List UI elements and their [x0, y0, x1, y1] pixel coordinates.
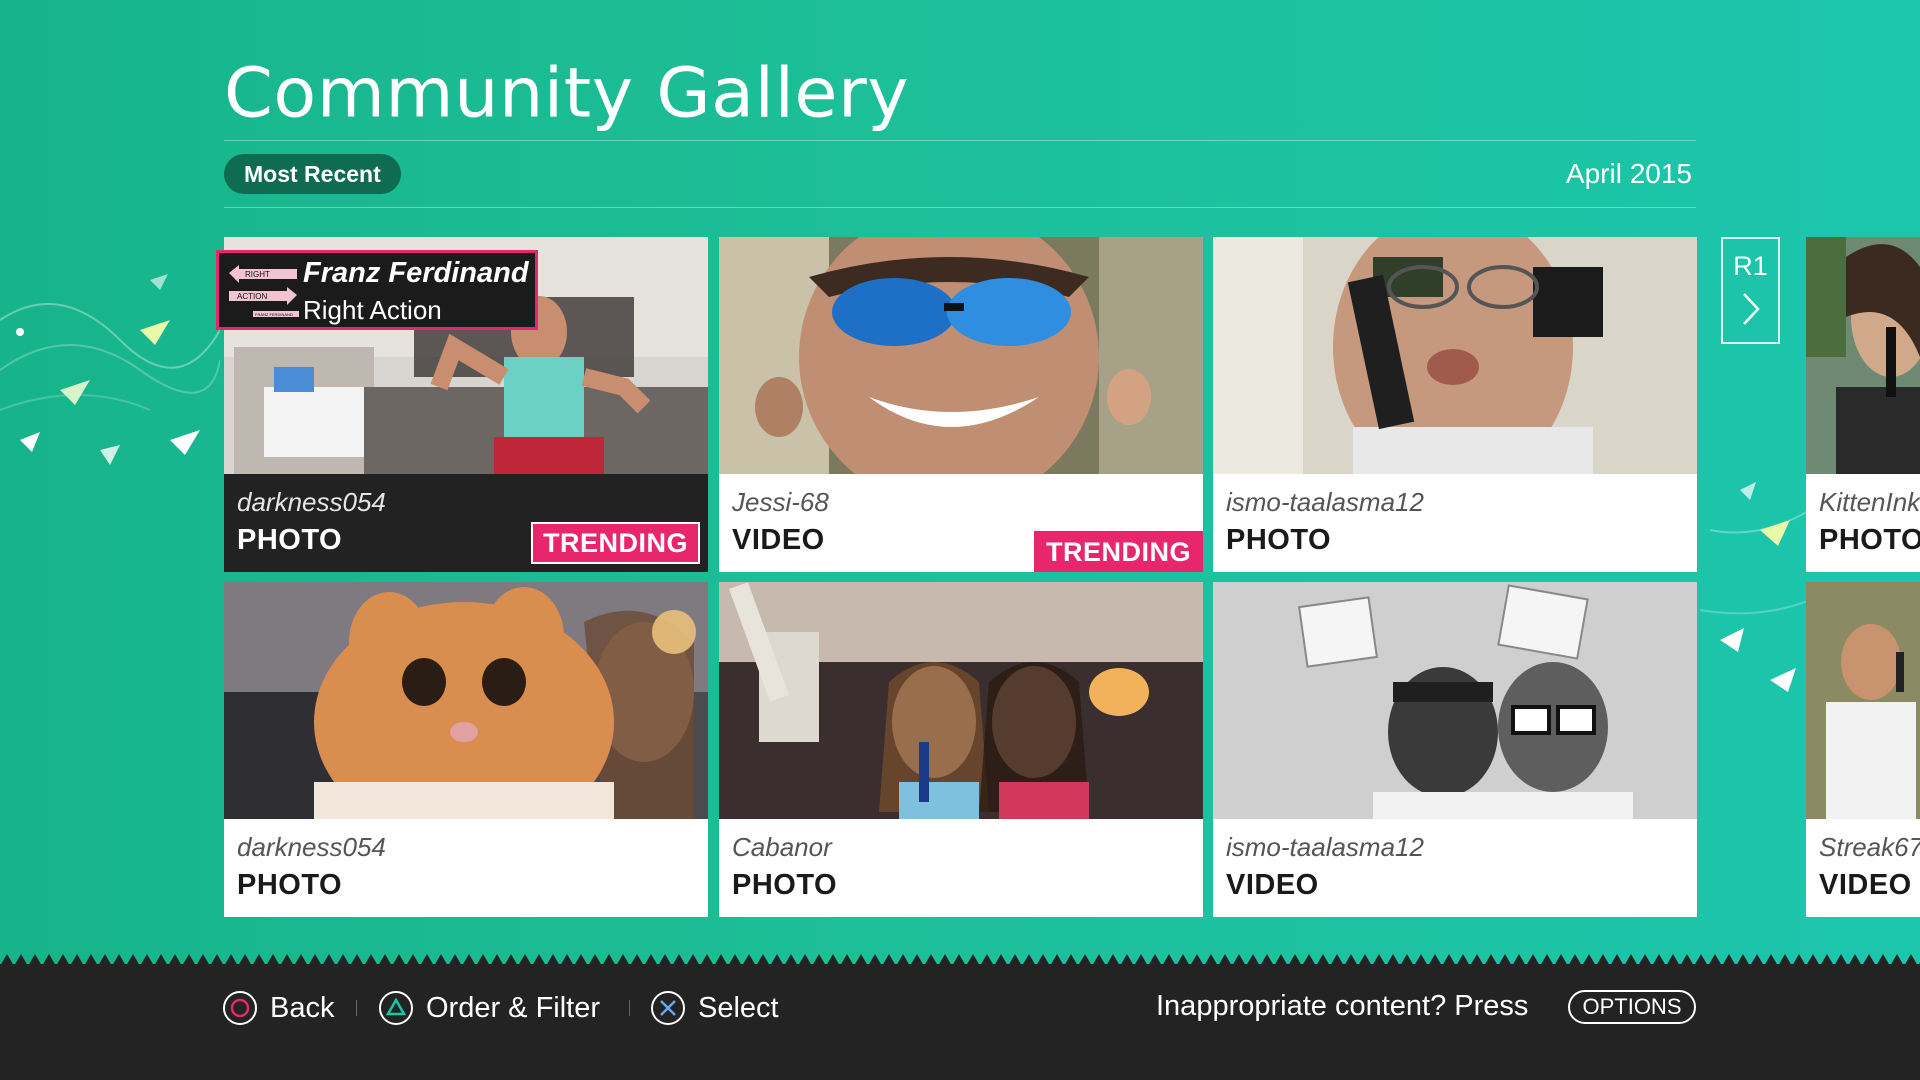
- thumbnail-image: [1213, 237, 1697, 474]
- decorative-swirl-right: [1700, 482, 1810, 692]
- track-title: Right Action: [303, 295, 442, 325]
- album-art-text: FRANZ FERDINAND: [255, 312, 293, 317]
- gallery-card[interactable]: TRENDING Jessi-68 VIDEO: [719, 237, 1203, 572]
- gallery-card[interactable]: ismo-taalasma12 VIDEO: [1213, 582, 1697, 917]
- r1-label: R1: [1733, 251, 1768, 281]
- decorative-swirl-left: [0, 274, 220, 465]
- card-username: Cabanor: [732, 832, 832, 862]
- album-art-text: RIGHT: [245, 270, 270, 279]
- date-label: April 2015: [1565, 158, 1692, 189]
- card-media-type: VIDEO: [1819, 869, 1912, 901]
- card-username: darkness054: [237, 832, 386, 862]
- card-username: ismo-taalasma12: [1226, 487, 1424, 517]
- card-username: KittenInk: [1819, 487, 1920, 517]
- thumbnail-image: [1213, 582, 1697, 819]
- back-label: Back: [270, 991, 335, 1024]
- card-media-type: VIDEO: [732, 524, 825, 556]
- page-title: Community Gallery: [224, 52, 910, 134]
- gallery-card[interactable]: Streak67 VIDEO: [1806, 582, 1920, 917]
- gallery-card[interactable]: KittenInk PHOTO: [1806, 237, 1920, 572]
- thumbnail-image: [1806, 237, 1920, 474]
- album-art-text: ACTION: [237, 292, 267, 301]
- select-hint[interactable]: Select: [650, 990, 779, 1026]
- card-username: darkness054: [237, 487, 386, 517]
- next-page-button[interactable]: R1: [1721, 237, 1780, 344]
- trending-badge: TRENDING: [531, 522, 700, 564]
- chevron-right-icon: [1742, 293, 1760, 325]
- card-media-type: PHOTO: [237, 869, 343, 901]
- card-username: Jessi-68: [732, 487, 829, 517]
- card-media-type: PHOTO: [732, 869, 838, 901]
- cross-button-icon: [651, 991, 685, 1025]
- report-content-text: Inappropriate content? Press: [1156, 990, 1529, 1022]
- back-hint[interactable]: Back: [222, 990, 334, 1026]
- track-artist: Franz Ferdinand: [303, 257, 529, 289]
- options-button[interactable]: OPTIONS: [1568, 990, 1696, 1024]
- card-username: ismo-taalasma12: [1226, 832, 1424, 862]
- card-media-type: PHOTO: [1819, 524, 1920, 556]
- divider: [224, 207, 1696, 208]
- thumbnail-image: [1806, 582, 1920, 819]
- trending-badge: TRENDING: [1034, 531, 1203, 572]
- card-media-type: PHOTO: [1226, 524, 1332, 556]
- gallery-card[interactable]: darkness054 PHOTO: [224, 582, 708, 917]
- thumbnail-image: [719, 582, 1203, 819]
- divider: [356, 1000, 357, 1016]
- divider: [224, 140, 1696, 141]
- sort-pill[interactable]: Most Recent: [224, 154, 401, 194]
- album-art: RIGHT ACTION FRANZ FERDINAND: [223, 259, 303, 323]
- select-label: Select: [698, 991, 779, 1024]
- now-playing-track-badge: RIGHT ACTION FRANZ FERDINAND Franz Ferdi…: [216, 250, 538, 330]
- card-username: Streak67: [1819, 832, 1920, 862]
- order-filter-label: Order & Filter: [426, 991, 601, 1024]
- triangle-button-icon: [379, 991, 413, 1025]
- card-media-type: PHOTO: [237, 524, 343, 556]
- gallery-card[interactable]: Cabanor PHOTO: [719, 582, 1203, 917]
- circle-button-icon: [223, 991, 257, 1025]
- order-filter-hint[interactable]: Order & Filter: [378, 990, 600, 1026]
- thumbnail-image: [719, 237, 1203, 474]
- gallery-card[interactable]: ismo-taalasma12 PHOTO: [1213, 237, 1697, 572]
- divider: [629, 1000, 630, 1016]
- thumbnail-image: [224, 582, 708, 819]
- card-media-type: VIDEO: [1226, 869, 1319, 901]
